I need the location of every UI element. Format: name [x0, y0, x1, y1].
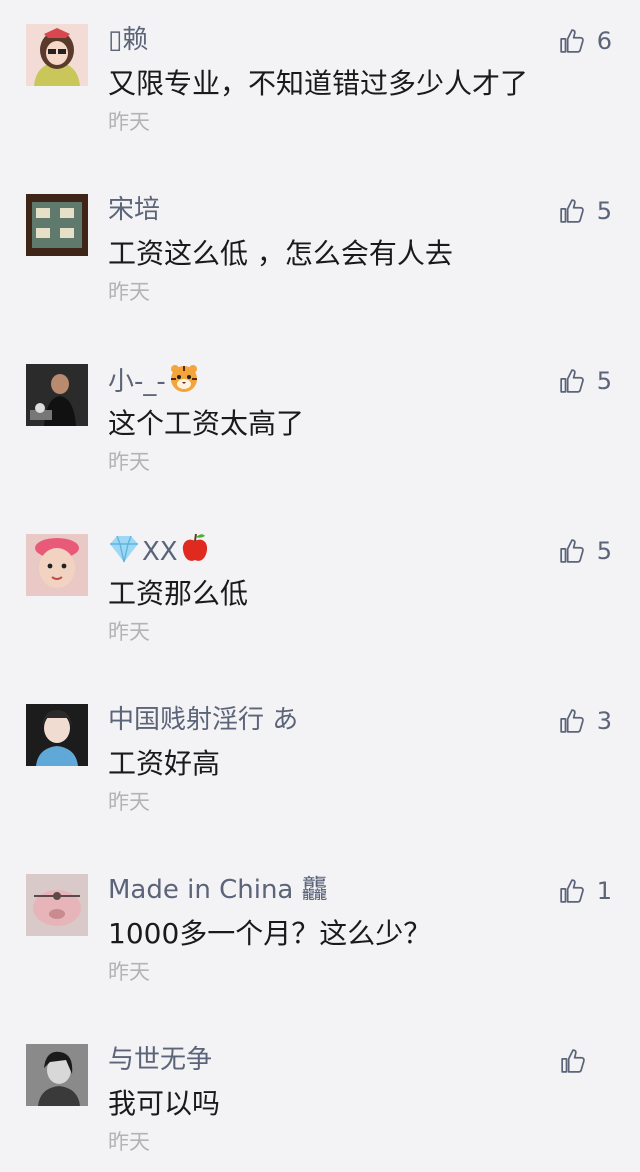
diamond-emoji-icon: [108, 534, 140, 574]
avatar[interactable]: [26, 364, 88, 426]
comment-item: ▯赖 又限专业，不知道错过多少人才了 昨天 6: [0, 0, 640, 170]
like-count: 3: [596, 707, 612, 735]
commenter-name[interactable]: 与世无争: [108, 1042, 212, 1078]
comment-time: 昨天: [108, 960, 150, 984]
comment-item: 与世无争 我可以吗 昨天: [0, 1020, 640, 1172]
avatar[interactable]: [26, 874, 88, 936]
apple-emoji-icon: [180, 532, 210, 574]
comment-text: 又限专业，不知道错过多少人才了: [108, 67, 529, 100]
like-count: 5: [596, 537, 612, 565]
thumbs-up-icon: [560, 369, 584, 393]
avatar-image: [26, 534, 88, 596]
comment-list: ▯赖 又限专业，不知道错过多少人才了 昨天 6 宋培 工资这么低 ，怎么会有人去…: [0, 0, 640, 1172]
avatar[interactable]: [26, 704, 88, 766]
like-count: 5: [596, 197, 612, 225]
like-button[interactable]: 3: [559, 704, 612, 738]
commenter-name[interactable]: 小-_-: [108, 362, 200, 404]
like-count: 5: [596, 367, 612, 395]
avatar[interactable]: [26, 1044, 88, 1106]
like-button[interactable]: 6: [559, 24, 612, 58]
avatar-image: [26, 1044, 88, 1106]
like-count: 1: [596, 877, 612, 905]
comment-text: 这个工资太高了: [108, 407, 305, 440]
comment-item: XX 工资那么低 昨天 5: [0, 510, 640, 680]
comment-text: 我可以吗: [108, 1087, 221, 1120]
comment-text: 工资那么低: [108, 577, 249, 610]
tiger-emoji-icon: [168, 362, 200, 404]
avatar[interactable]: [26, 534, 88, 596]
avatar-image: [26, 704, 88, 766]
thumbs-up-icon: [560, 199, 584, 223]
thumbs-up-icon: [560, 539, 584, 563]
commenter-name[interactable]: ▯赖: [108, 22, 148, 58]
comment-item: 中国贱射淫行 あ 工资好高 昨天 3: [0, 680, 640, 850]
avatar[interactable]: [26, 194, 88, 256]
comment-item: Made in China 龘 1000多一个月？这么少？ 昨天 1: [0, 850, 640, 1020]
commenter-name[interactable]: Made in China 龘: [108, 872, 328, 908]
thumbs-up-icon: [560, 709, 584, 733]
avatar-image: [26, 194, 88, 256]
like-count: 6: [596, 27, 612, 55]
thumbs-up-icon: [560, 879, 584, 903]
like-button[interactable]: 1: [559, 874, 612, 908]
like-button[interactable]: 5: [559, 194, 612, 228]
comment-time: 昨天: [108, 110, 150, 134]
comment-time: 昨天: [108, 790, 150, 814]
comment-time: 昨天: [108, 620, 150, 644]
like-button[interactable]: 5: [559, 364, 612, 398]
commenter-name[interactable]: 中国贱射淫行 あ: [108, 702, 298, 738]
commenter-name[interactable]: XX: [108, 532, 210, 574]
comment-time: 昨天: [108, 1130, 150, 1154]
comment-item: 小-_- 这个工资太高了 昨天 5: [0, 340, 640, 510]
commenter-name[interactable]: 宋培: [108, 192, 160, 228]
comment-text: 1000多一个月？这么少？: [108, 917, 432, 950]
like-button[interactable]: [560, 1044, 600, 1078]
thumbs-up-icon: [561, 1049, 585, 1073]
comment-text: 工资这么低 ，怎么会有人去: [108, 237, 453, 270]
comment-text: 工资好高: [108, 747, 221, 780]
comment-item: 宋培 工资这么低 ，怎么会有人去 昨天 5: [0, 170, 640, 340]
avatar-image: [26, 874, 88, 936]
like-button[interactable]: 5: [559, 534, 612, 568]
thumbs-up-icon: [560, 29, 584, 53]
comment-time: 昨天: [108, 450, 150, 474]
avatar-image: [26, 24, 88, 86]
avatar[interactable]: [26, 24, 88, 86]
comment-time: 昨天: [108, 280, 150, 304]
avatar-image: [26, 364, 88, 426]
